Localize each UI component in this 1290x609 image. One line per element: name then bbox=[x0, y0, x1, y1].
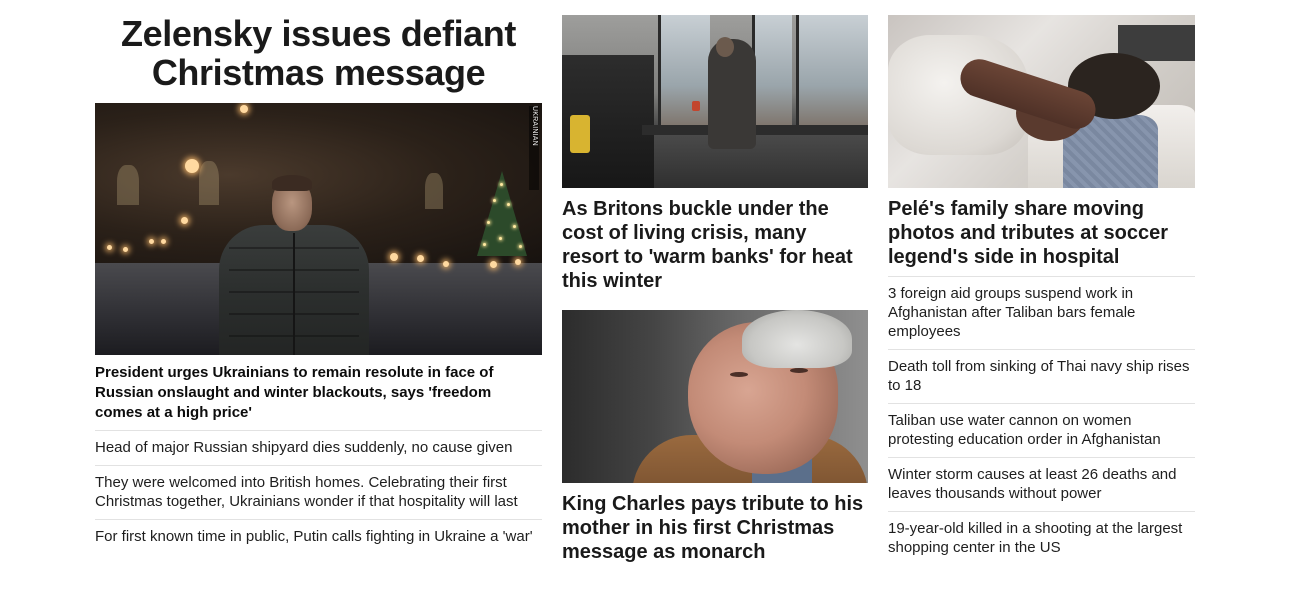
middle-stories: As Britons buckle under the cost of livi… bbox=[562, 0, 868, 564]
related-link[interactable]: For first known time in public, Putin ca… bbox=[95, 519, 542, 554]
related-link[interactable]: Head of major Russian shipyard dies sudd… bbox=[95, 430, 542, 465]
photo-yellow-bin bbox=[570, 115, 590, 153]
photo-window bbox=[425, 173, 443, 209]
photo-light bbox=[161, 239, 166, 244]
eye bbox=[730, 372, 748, 377]
britons-photo[interactable] bbox=[562, 15, 868, 188]
lead-headline[interactable]: Zelensky issues defiant Christmas messag… bbox=[95, 14, 542, 102]
photo-light bbox=[149, 239, 154, 244]
tree-light bbox=[513, 225, 516, 228]
photo-subject-head bbox=[716, 37, 734, 57]
photo-light bbox=[443, 261, 449, 267]
related-link[interactable]: 19-year-old killed in a shooting at the … bbox=[888, 511, 1195, 565]
tree-light bbox=[500, 183, 503, 186]
hair bbox=[272, 175, 312, 191]
photo-light bbox=[417, 255, 424, 262]
related-link[interactable]: Taliban use water cannon on women protes… bbox=[888, 403, 1195, 457]
lead-description[interactable]: President urges Ukrainians to remain res… bbox=[95, 363, 542, 423]
photo-window bbox=[199, 161, 219, 205]
photo-window bbox=[117, 165, 139, 205]
lead-story: Zelensky issues defiant Christmas messag… bbox=[95, 0, 542, 554]
king-charles-headline[interactable]: King Charles pays tribute to his mother … bbox=[562, 492, 868, 564]
photo-window bbox=[752, 15, 792, 133]
photo-credit: UKRAINIAN PRESIDENCY bbox=[529, 106, 539, 190]
eye bbox=[790, 368, 808, 373]
photo-window bbox=[796, 15, 868, 133]
related-link[interactable]: Death toll from sinking of Thai navy shi… bbox=[888, 349, 1195, 403]
photo-cup bbox=[692, 101, 700, 111]
photo-subject bbox=[219, 163, 369, 355]
britons-headline[interactable]: As Britons buckle under the cost of livi… bbox=[562, 197, 868, 293]
pele-photo[interactable] bbox=[888, 15, 1195, 188]
hair bbox=[742, 310, 852, 368]
photo-light bbox=[240, 105, 248, 113]
related-link[interactable]: They were welcomed into British homes. C… bbox=[95, 465, 542, 519]
related-link[interactable]: Winter storm causes at least 26 deaths a… bbox=[888, 457, 1195, 511]
photo-light bbox=[185, 159, 199, 173]
photo-light bbox=[181, 217, 188, 224]
related-link[interactable]: 3 foreign aid groups suspend work in Afg… bbox=[888, 276, 1195, 349]
photo-light bbox=[490, 261, 497, 268]
photo-light bbox=[515, 259, 521, 265]
king-charles-photo[interactable] bbox=[562, 310, 868, 483]
tree-light bbox=[483, 243, 486, 246]
lead-related-links: Head of major Russian shipyard dies sudd… bbox=[95, 430, 542, 554]
tree-light bbox=[493, 199, 496, 202]
jacket-zip bbox=[293, 233, 295, 355]
tree-light bbox=[499, 237, 502, 240]
tree-light bbox=[507, 203, 510, 206]
photo-light bbox=[123, 247, 128, 252]
photo-window bbox=[658, 15, 710, 133]
pele-headline[interactable]: Pelé's family share moving photos and tr… bbox=[888, 197, 1195, 269]
tree-light bbox=[519, 245, 522, 248]
lead-photo[interactable]: UKRAINIAN PRESIDENCY bbox=[95, 103, 542, 355]
photo-light bbox=[107, 245, 112, 250]
right-related-links: 3 foreign aid groups suspend work in Afg… bbox=[888, 276, 1195, 565]
photo-subject bbox=[708, 39, 756, 149]
photo-light bbox=[390, 253, 398, 261]
right-stories: Pelé's family share moving photos and tr… bbox=[888, 0, 1195, 565]
tree-light bbox=[487, 221, 490, 224]
